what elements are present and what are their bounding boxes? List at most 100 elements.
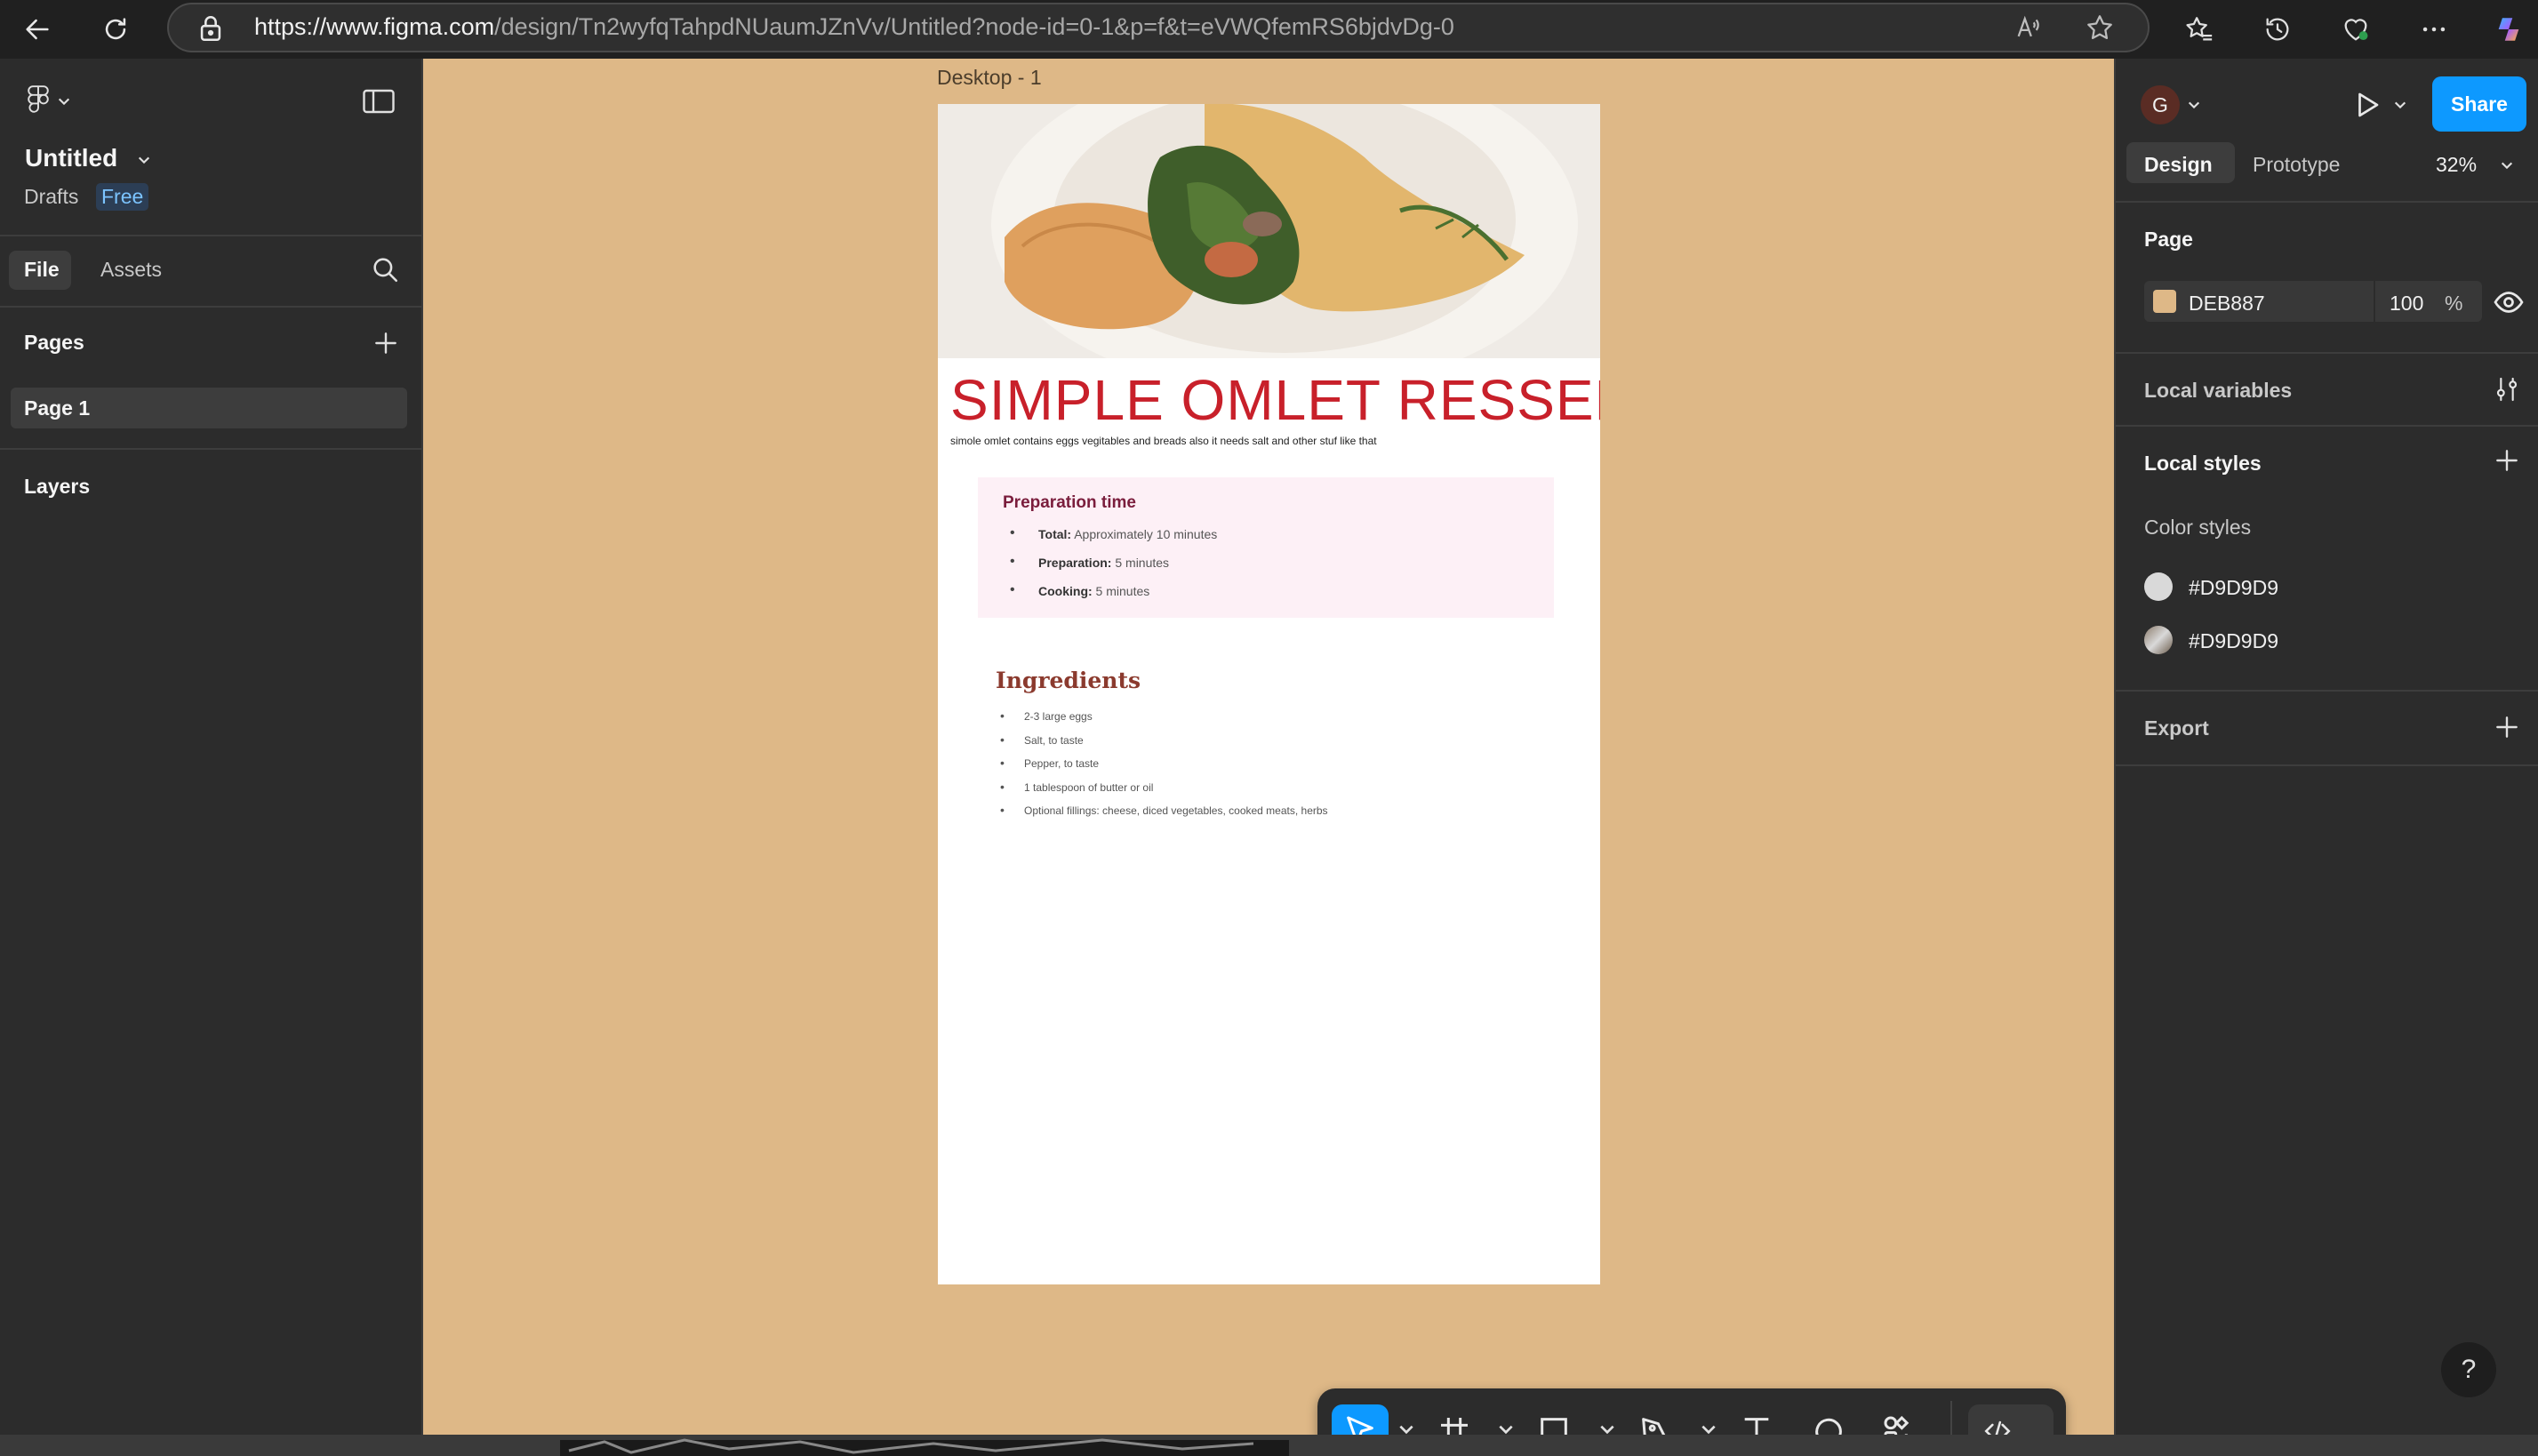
frame-tool-button[interactable] (1428, 1404, 1481, 1435)
recipe-title[interactable]: SIMPLE OMLET RESSEPI (950, 367, 1600, 433)
help-button[interactable]: ? (2441, 1342, 2496, 1397)
list-item: Optional fillings: cheese, diced vegetab… (996, 803, 1328, 828)
chevron-down-icon[interactable] (57, 94, 71, 108)
comment-icon (1815, 1418, 1842, 1435)
toolbar-divider (1950, 1401, 1952, 1435)
browser-toolbar: https://www.figma.com/design/Tn2wyfqTahp… (0, 0, 2538, 59)
page-heading: Page (2144, 228, 2193, 251)
browser-essentials-icon[interactable] (2336, 10, 2375, 49)
prep-label: Preparation: (1038, 556, 1112, 570)
color-styles-heading: Color styles (2144, 516, 2252, 539)
file-title-chevron-icon[interactable] (137, 153, 151, 167)
tab-assets[interactable]: Assets (100, 258, 162, 282)
search-icon[interactable] (370, 254, 400, 284)
ingredients-heading[interactable]: Ingredients (996, 668, 1141, 693)
back-icon[interactable] (18, 10, 57, 49)
prep-heading[interactable]: Preparation time (1003, 493, 1136, 513)
canvas[interactable]: Desktop - 1 SIMPLE OMLET RESSEPI simole … (423, 59, 2114, 1435)
file-location[interactable]: Drafts (24, 185, 78, 209)
chevron-down-icon[interactable] (1598, 1420, 1616, 1435)
favorites-icon[interactable] (2180, 10, 2219, 49)
url-path: /design/Tn2wyfqTahpdNUaumJZnVv/Untitled?… (494, 13, 1454, 40)
divider (0, 235, 421, 236)
local-variables-heading[interactable]: Local variables (2144, 379, 2292, 403)
export-heading[interactable]: Export (2144, 716, 2209, 740)
share-button[interactable]: Share (2432, 76, 2526, 132)
page-item-label[interactable]: Page 1 (24, 396, 90, 420)
prep-label: Cooking: (1038, 584, 1093, 598)
pages-heading: Pages (24, 331, 84, 354)
url-text: https://www.figma.com/design/Tn2wyfqTahp… (254, 13, 1454, 41)
add-page-icon[interactable] (372, 329, 400, 357)
list-item: Preparation: 5 minutes (1003, 554, 1217, 584)
page-color-swatch[interactable] (2153, 290, 2176, 313)
color-style-item[interactable]: #D9D9D9 (2142, 622, 2302, 658)
avatar[interactable]: G (2141, 85, 2180, 124)
tab-prototype[interactable]: Prototype (2253, 153, 2340, 177)
divider (2116, 690, 2538, 692)
code-icon (1984, 1420, 2011, 1435)
chevron-down-icon[interactable] (1397, 1420, 1415, 1435)
chevron-down-icon[interactable] (1700, 1420, 1717, 1435)
frame-icon (1441, 1418, 1468, 1435)
cursor-icon (1347, 1416, 1373, 1435)
toggle-sidebar-icon[interactable] (363, 89, 395, 114)
history-icon[interactable] (2258, 10, 2297, 49)
prep-value: 5 minutes (1111, 556, 1170, 570)
zoom-level[interactable]: 32% (2436, 153, 2477, 177)
figma-logo-icon[interactable] (25, 85, 52, 117)
reload-icon[interactable] (96, 10, 135, 49)
chevron-down-icon[interactable] (1497, 1420, 1515, 1435)
percent-sign: % (2445, 292, 2463, 315)
recipe-subtitle[interactable]: simole omlet contains eggs vegitables an… (950, 435, 1377, 447)
page-color-hex[interactable]: DEB887 (2189, 292, 2265, 316)
more-options-icon[interactable] (2414, 10, 2454, 49)
actions-tool-button[interactable] (1872, 1404, 1926, 1435)
left-panel: Untitled Drafts Free File Assets Pages P… (0, 59, 423, 1435)
desktop-frame[interactable]: SIMPLE OMLET RESSEPI simole omlet contai… (938, 104, 1600, 1284)
frame-label[interactable]: Desktop - 1 (937, 66, 1042, 90)
favorite-star-icon[interactable] (2080, 8, 2119, 47)
color-style-label: #D9D9D9 (2189, 629, 2278, 652)
tools-toolbar (1317, 1388, 2066, 1435)
move-tool-button[interactable] (1332, 1404, 1389, 1435)
pen-tool-button[interactable] (1629, 1404, 1682, 1435)
lock-icon[interactable] (196, 13, 226, 44)
chevron-down-icon[interactable] (2393, 98, 2407, 112)
present-play-icon[interactable] (2350, 89, 2382, 121)
zoom-chevron-icon[interactable] (2500, 158, 2514, 172)
list-item: Pepper, to taste (996, 756, 1328, 781)
text-icon (1744, 1418, 1769, 1435)
field-separator (2374, 281, 2375, 322)
prep-list: Total: Approximately 10 minutes Preparat… (1003, 525, 1217, 612)
add-style-icon[interactable] (2493, 446, 2521, 475)
list-item: Total: Approximately 10 minutes (1003, 525, 1217, 556)
address-bar[interactable]: https://www.figma.com/design/Tn2wyfqTahp… (167, 3, 2150, 52)
list-item: Cooking: 5 minutes (1003, 582, 1217, 612)
tab-file[interactable]: File (24, 258, 60, 282)
pen-icon (1642, 1418, 1666, 1435)
divider (2116, 201, 2538, 203)
read-aloud-icon[interactable] (2009, 8, 2048, 47)
rectangle-tool-button[interactable] (1527, 1404, 1581, 1435)
add-export-icon[interactable] (2493, 713, 2521, 741)
rectangle-icon (1541, 1418, 1567, 1435)
preparation-card[interactable]: Preparation time Total: Approximately 10… (978, 477, 1554, 618)
variables-settings-icon[interactable] (2493, 375, 2521, 404)
list-item: 1 tablespoon of butter or oil (996, 780, 1328, 805)
page-opacity[interactable]: 100 (2390, 292, 2423, 316)
tab-design[interactable]: Design (2144, 153, 2213, 177)
image-style-swatch (2144, 626, 2173, 654)
dev-mode-toggle[interactable] (1968, 1404, 2054, 1435)
file-title[interactable]: Untitled (25, 144, 117, 172)
copilot-icon[interactable] (2489, 10, 2528, 49)
taskbar-strip (0, 1435, 2538, 1456)
plan-badge: Free (96, 183, 149, 211)
chevron-down-icon[interactable] (2187, 98, 2201, 112)
color-style-item[interactable]: #D9D9D9 (2142, 569, 2302, 604)
divider (2116, 425, 2538, 427)
omelet-photo[interactable] (938, 104, 1600, 358)
text-tool-button[interactable] (1730, 1404, 1783, 1435)
comment-tool-button[interactable] (1801, 1404, 1854, 1435)
eye-icon[interactable] (2493, 286, 2525, 318)
